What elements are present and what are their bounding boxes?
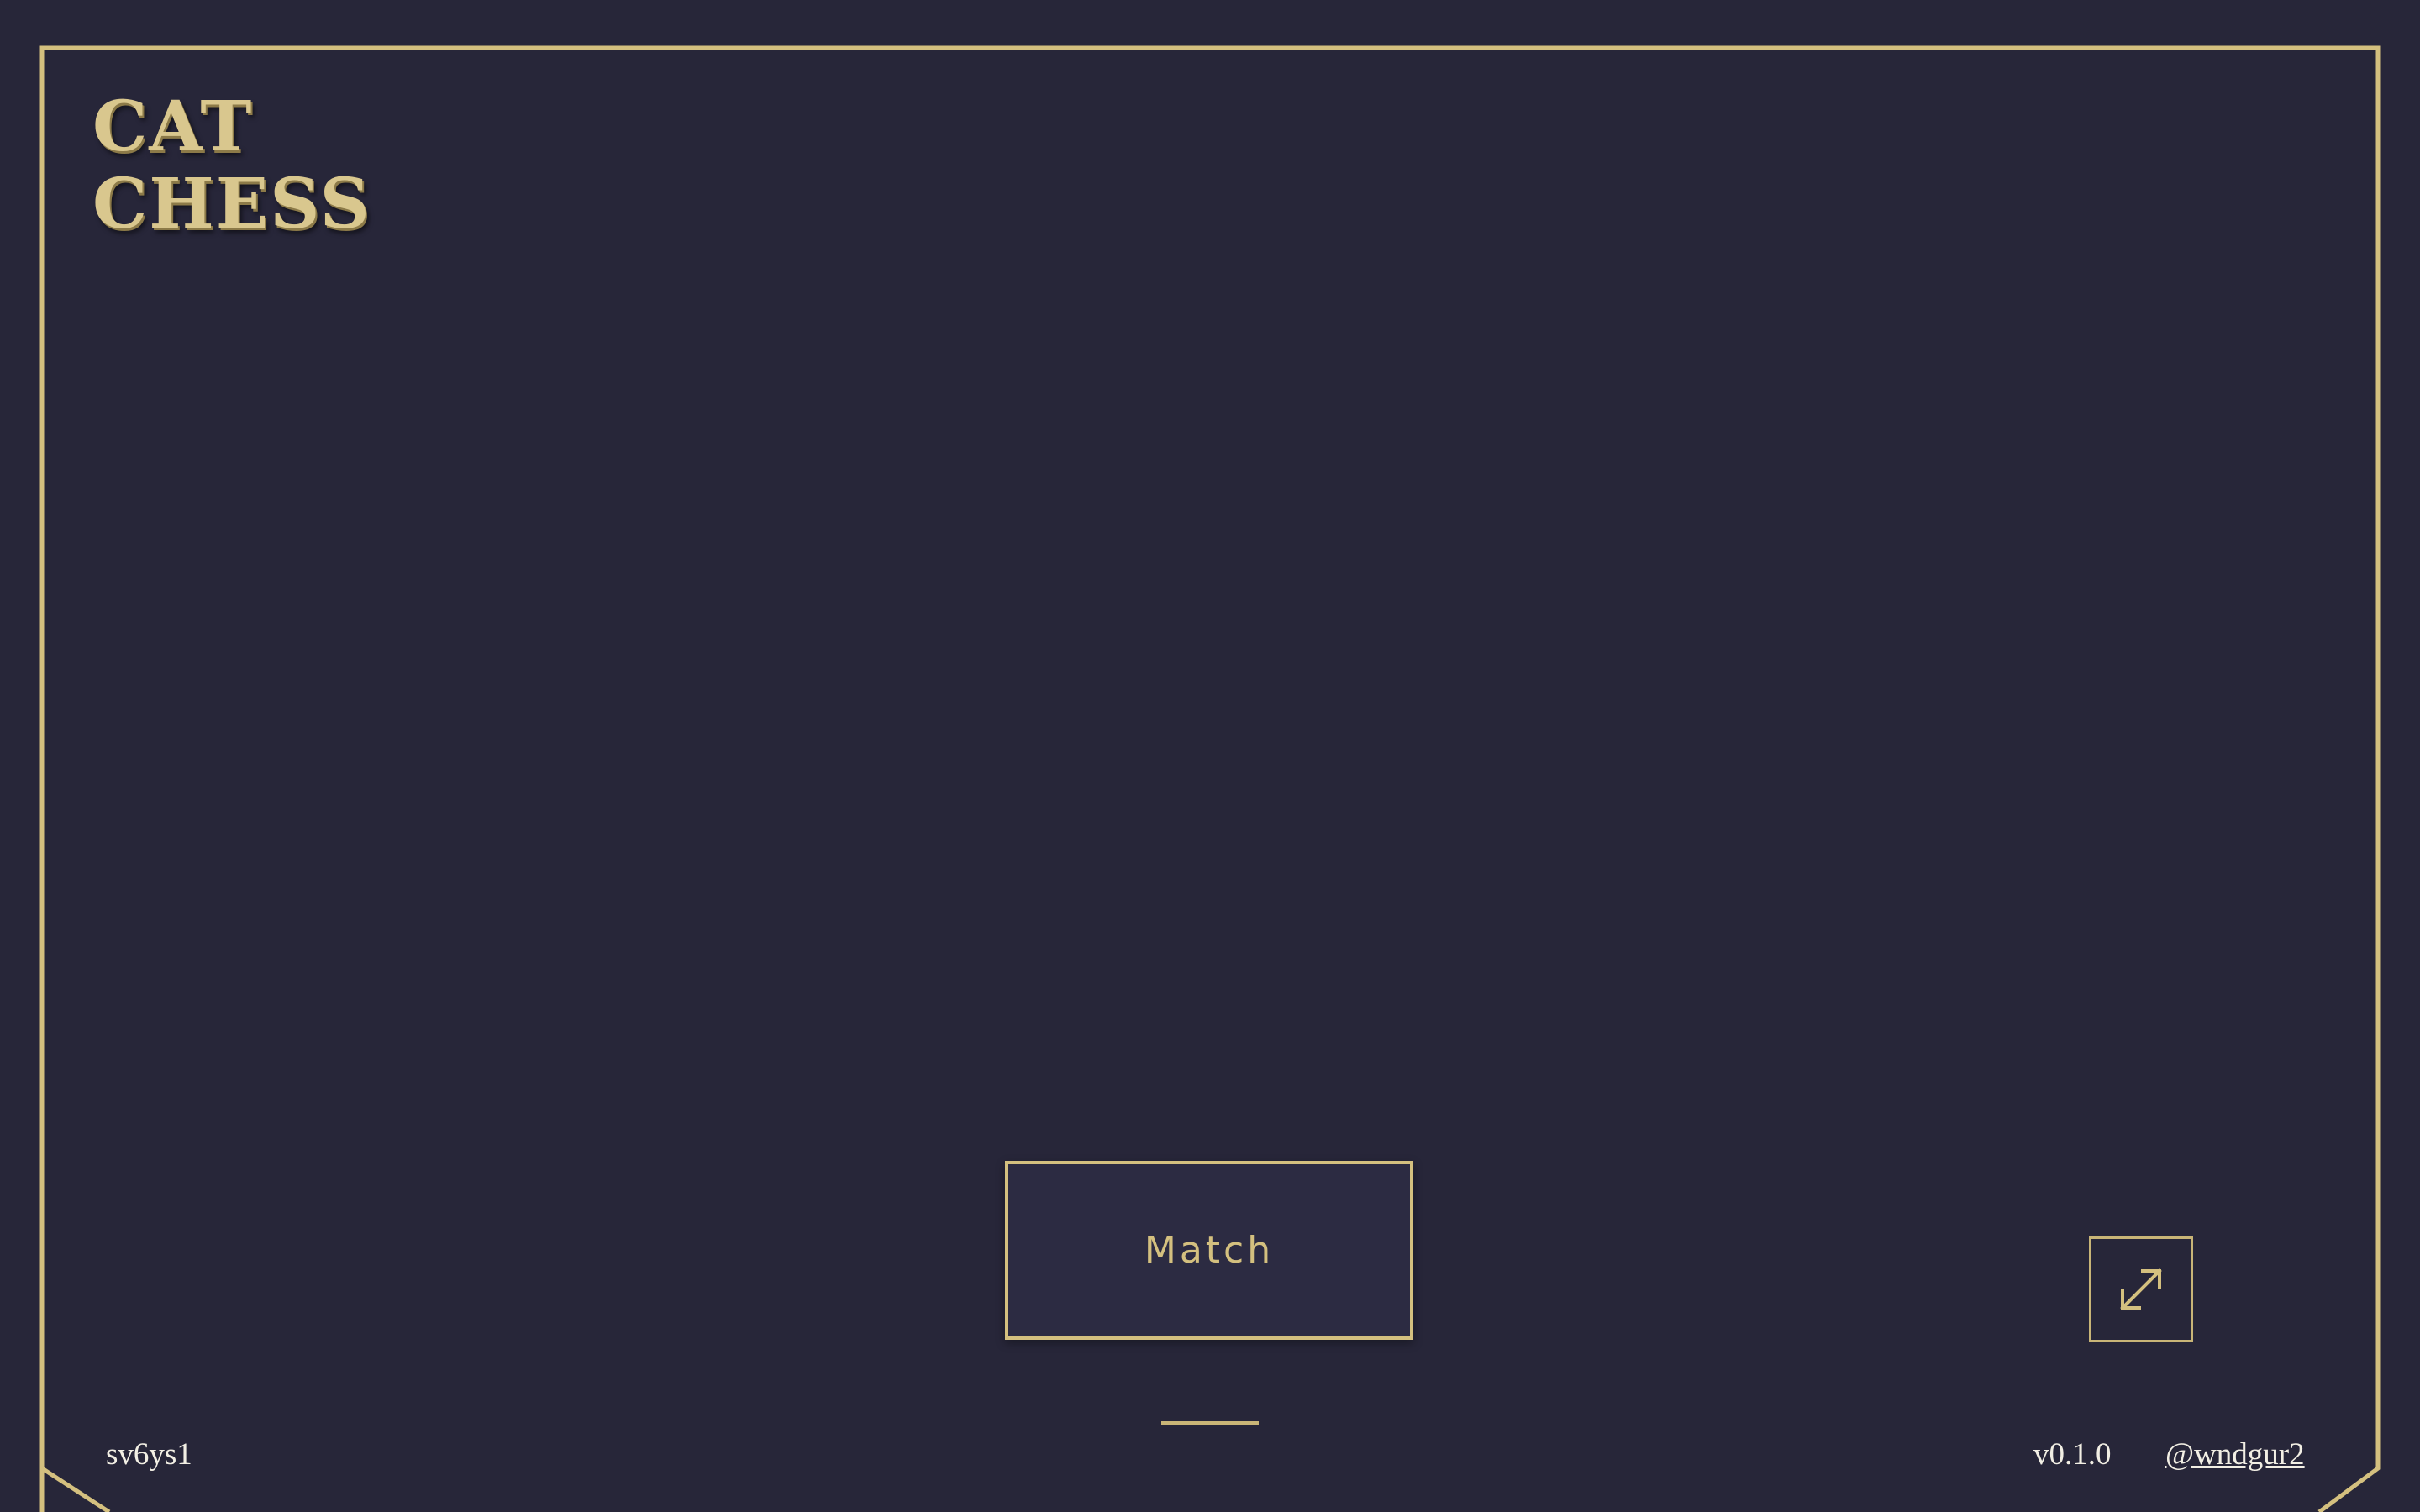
bottom-divider xyxy=(1161,1421,1259,1425)
match-button[interactable]: Match xyxy=(1005,1161,1413,1340)
logo-line-chess: CHESS xyxy=(92,164,371,244)
fullscreen-button[interactable] xyxy=(2089,1236,2193,1342)
game-logo: CAT CHESS xyxy=(92,88,371,243)
logo-line-cat: CAT xyxy=(92,87,254,167)
version-label: v0.1.0 xyxy=(2033,1437,2112,1472)
room-code: sv6ys1 xyxy=(106,1437,192,1472)
match-button-label: Match xyxy=(1144,1229,1275,1272)
author-link[interactable]: @wndgur2 xyxy=(2165,1435,2305,1475)
expand-diagonal-icon xyxy=(2120,1268,2162,1310)
